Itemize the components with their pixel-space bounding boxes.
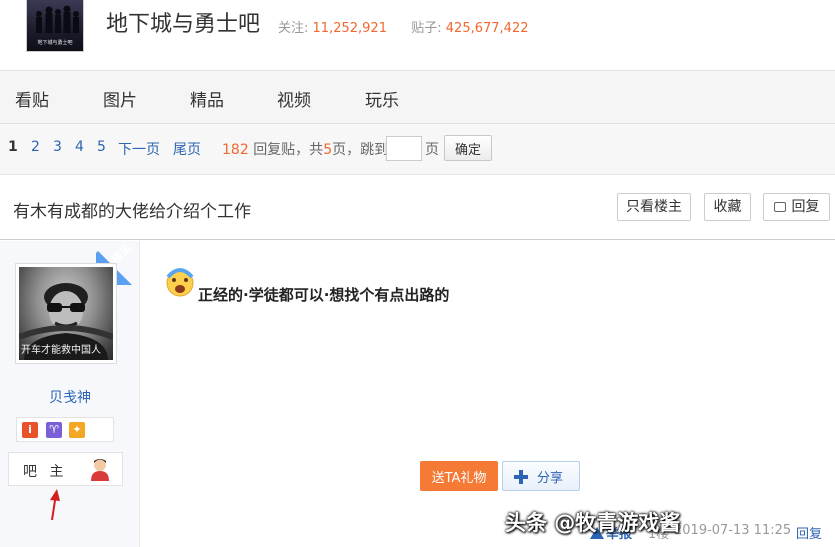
follow-count: 11,252,921: [312, 21, 387, 36]
nav-tab-posts[interactable]: 看贴: [15, 86, 49, 111]
thread-title: 有木有成都的大佬给介绍个工作: [13, 202, 251, 222]
reply-bubble-icon: [773, 202, 786, 212]
watermark-text: 头条 @牧青游戏酱: [505, 511, 681, 535]
reply-link[interactable]: 回复: [796, 523, 822, 542]
forum-logo[interactable]: 地下城与勇士吧: [26, 0, 84, 52]
share-plus-icon: [514, 470, 528, 484]
author-username[interactable]: 贝戋神: [0, 387, 140, 407]
page-link-4[interactable]: 4: [75, 139, 84, 155]
jump-page-input[interactable]: [386, 136, 422, 161]
logo-text: 地下城与勇士吧: [37, 40, 73, 46]
info-badge-icon[interactable]: i: [22, 422, 38, 438]
forum-header: 地下城与勇士吧 地下城与勇士吧 关注: 11,252,921 贴子: 425,6…: [0, 0, 835, 70]
pagination-bar: 1 2 3 4 5 下一页 尾页 182 回复贴，共5页，跳到 页 确定: [0, 124, 835, 175]
nav-tab-images[interactable]: 图片: [103, 86, 137, 111]
page-text: 页，跳到: [332, 142, 389, 158]
send-gift-button[interactable]: 送TA礼物: [420, 461, 498, 491]
aries-badge-icon[interactable]: ♈: [46, 422, 62, 438]
page-count: 5: [323, 142, 333, 158]
thread-header: 有木有成都的大佬给介绍个工作 只看楼主 收藏 回复: [0, 176, 835, 240]
nav-tab-fun[interactable]: 玩乐: [365, 86, 399, 111]
author-badges: i ♈ ✦: [16, 417, 114, 442]
page-link-2[interactable]: 2: [31, 139, 40, 155]
moderator-role: 吧 主: [8, 452, 123, 486]
post-content: 正经的·学徒都可以·想找个有点出路的 送TA礼物 分享 举报 1楼 2019-0…: [140, 241, 835, 547]
forum-title[interactable]: 地下城与勇士吧: [106, 6, 260, 38]
reply-info: 182 回复贴，共5页，跳到: [222, 139, 388, 159]
post-body-text: 正经的·学徒都可以·想找个有点出路的: [198, 286, 450, 304]
reply-text: 回复贴，共: [253, 142, 324, 158]
author-sidebar: 楼主 开车才能救中国人 贝戋神 i ♈ ✦ 吧 主: [0, 241, 140, 547]
posts-label: 贴子:: [411, 21, 442, 36]
follow-label: 关注:: [278, 21, 309, 36]
next-page-link[interactable]: 下一页: [118, 139, 160, 159]
moderator-person-icon: [91, 459, 109, 481]
forum-nav: 看贴 图片 精品 视频 玩乐: [0, 70, 835, 124]
nav-tab-featured[interactable]: 精品: [190, 86, 224, 111]
avatar-caption: 开车才能救中国人: [21, 345, 101, 356]
forum-stats: 关注: 11,252,921 贴子: 425,677,422: [278, 17, 529, 36]
avatar[interactable]: 开车才能救中国人: [15, 263, 117, 364]
avatar-image: 开车才能救中国人: [19, 267, 113, 360]
reply-button[interactable]: 回复: [763, 193, 830, 221]
page-unit-label: 页: [425, 142, 439, 158]
reply-count: 182: [222, 142, 249, 158]
gamepad-badge-icon[interactable]: ✦: [69, 422, 85, 438]
nav-tab-videos[interactable]: 视频: [277, 86, 311, 111]
post: 楼主 开车才能救中国人 贝戋神 i ♈ ✦ 吧 主 正经的·学徒都可以·想找个有…: [0, 241, 835, 547]
page-link-5[interactable]: 5: [97, 139, 106, 155]
only-op-button[interactable]: 只看楼主: [617, 193, 691, 221]
reply-button-label: 回复: [791, 199, 820, 215]
crying-face-icon: [166, 268, 194, 297]
page-link-3[interactable]: 3: [53, 139, 62, 155]
red-arrow-icon: [50, 489, 60, 521]
share-button[interactable]: 分享: [502, 461, 580, 491]
page-link-1[interactable]: 1: [8, 139, 18, 155]
posts-count: 425,677,422: [445, 21, 529, 36]
last-page-link[interactable]: 尾页: [173, 139, 201, 159]
share-label: 分享: [537, 470, 564, 486]
favorite-button[interactable]: 收藏: [704, 193, 751, 221]
post-timestamp: 2019-07-13 11:25: [674, 523, 792, 538]
jump-confirm-button[interactable]: 确定: [444, 135, 492, 161]
role-label: 吧 主: [23, 464, 68, 480]
